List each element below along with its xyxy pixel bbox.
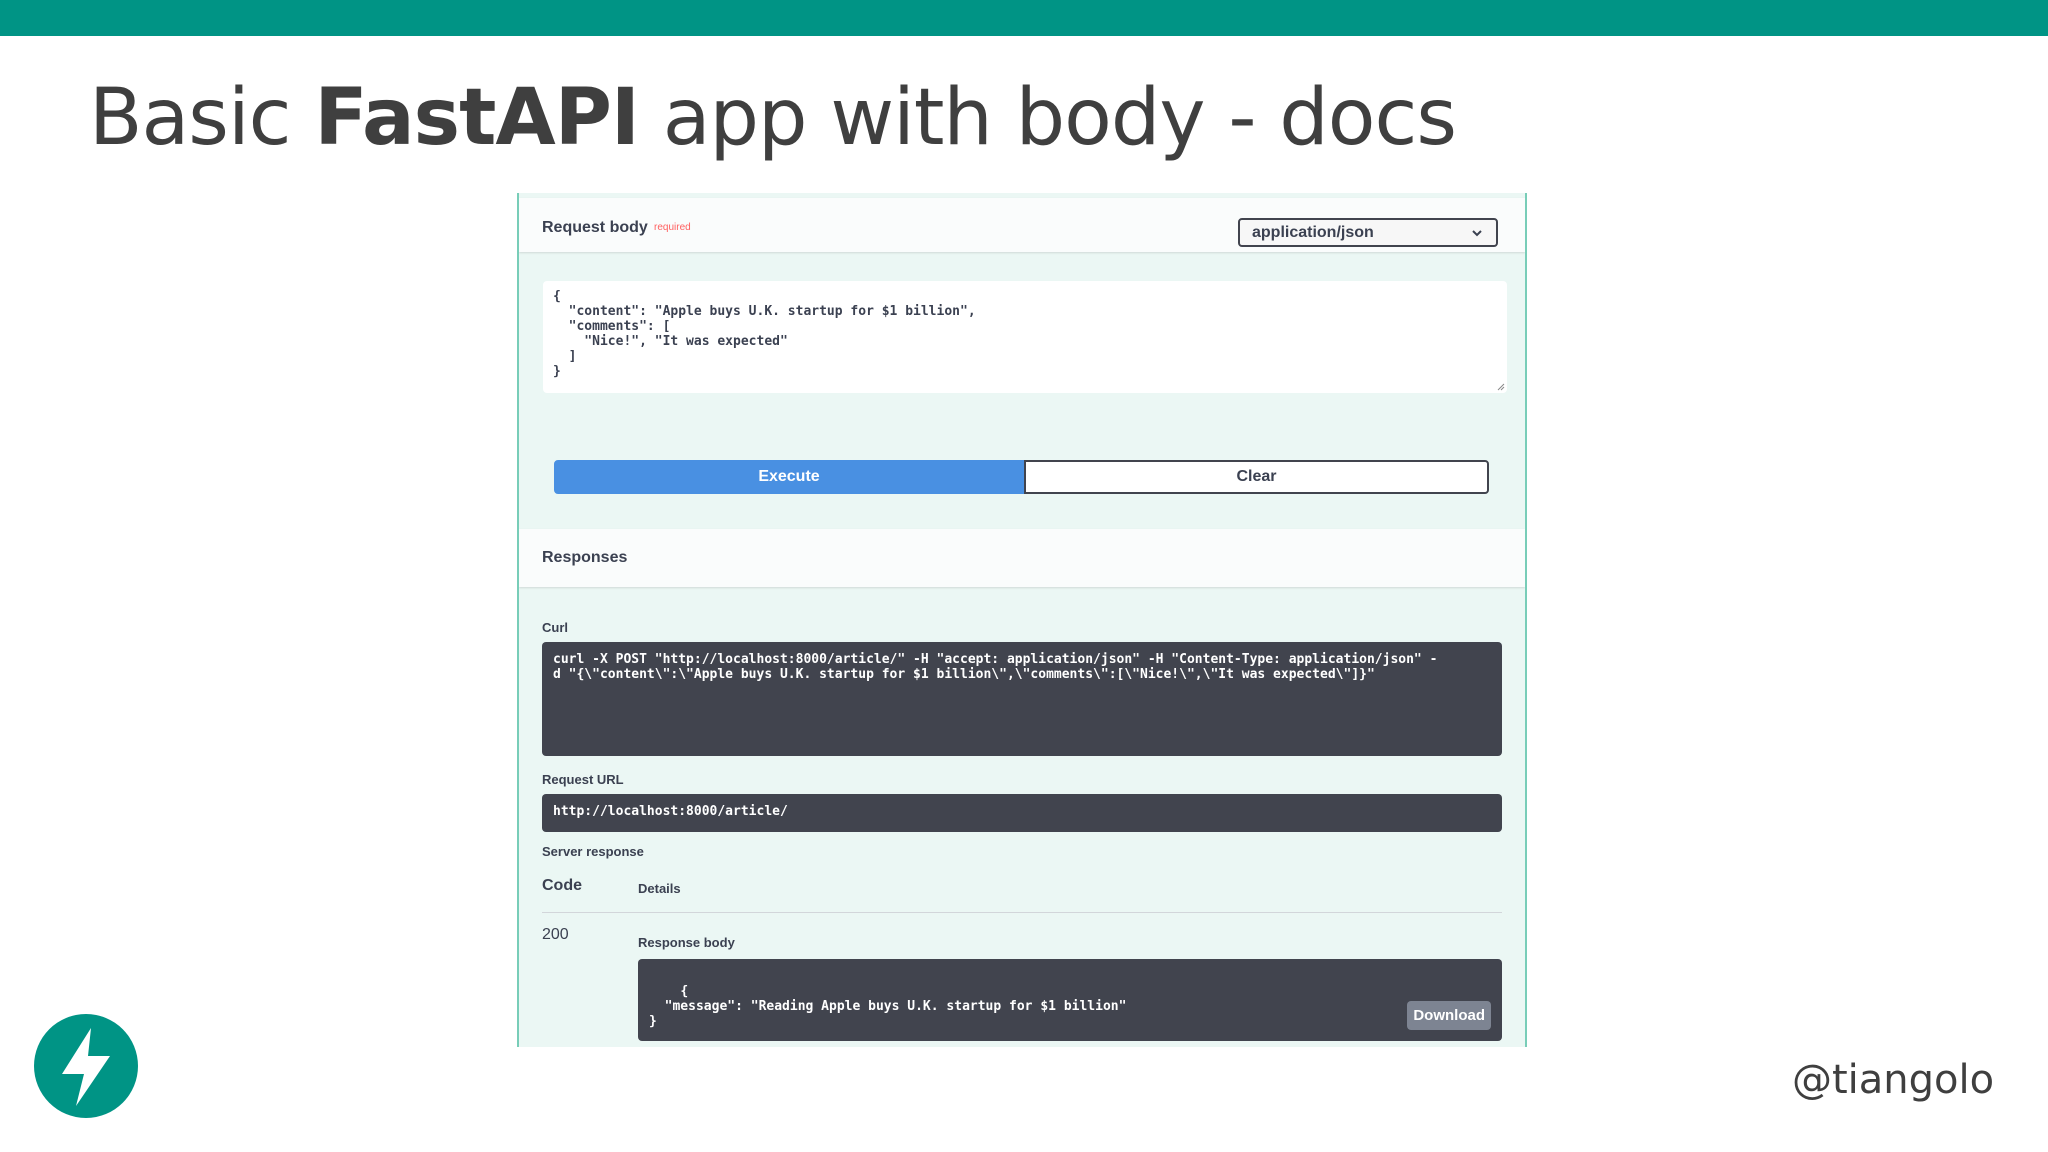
- response-body-text: { "message": "Reading Apple buys U.K. st…: [649, 984, 1127, 1029]
- request-body-textarea[interactable]: { "content": "Apple buys U.K. startup fo…: [543, 281, 1507, 393]
- slide-title: Basic FastAPI app with body - docs: [89, 72, 1457, 166]
- details-column-header: Details: [638, 881, 681, 896]
- author-handle: @tiangolo: [1792, 1057, 1995, 1103]
- status-code: 200: [542, 926, 569, 943]
- request-body-header: Request body required application/json: [519, 198, 1525, 252]
- top-accent-bar: [0, 0, 2048, 36]
- content-type-value: application/json: [1252, 224, 1374, 241]
- request-body-label: Request body: [542, 219, 648, 236]
- resize-grip-icon[interactable]: [1497, 383, 1505, 391]
- responses-header: Responses: [519, 529, 1525, 587]
- title-prefix: Basic: [89, 73, 292, 163]
- table-divider: [542, 912, 1502, 913]
- clear-button[interactable]: Clear: [1024, 460, 1489, 494]
- curl-command-block[interactable]: curl -X POST "http://localhost:8000/arti…: [542, 642, 1502, 756]
- response-body-label: Response body: [638, 935, 735, 950]
- title-suffix: app with body - docs: [662, 73, 1457, 163]
- request-url-label: Request URL: [542, 772, 624, 787]
- download-button[interactable]: Download: [1407, 1001, 1491, 1030]
- chevron-down-icon: [1472, 230, 1482, 237]
- response-body-block[interactable]: { "message": "Reading Apple buys U.K. st…: [638, 959, 1502, 1041]
- title-bold: FastAPI: [314, 73, 640, 163]
- required-marker: required: [654, 222, 691, 233]
- execute-button[interactable]: Execute: [554, 460, 1024, 494]
- curl-label: Curl: [542, 620, 568, 635]
- request-url-block[interactable]: http://localhost:8000/article/: [542, 794, 1502, 832]
- content-type-select[interactable]: application/json: [1238, 218, 1498, 247]
- swagger-docs-screenshot: Request body required application/json {…: [517, 193, 1527, 1047]
- responses-title: Responses: [542, 549, 628, 566]
- server-response-label: Server response: [542, 844, 644, 859]
- fastapi-logo-icon: [34, 1014, 138, 1118]
- code-column-header: Code: [542, 877, 582, 894]
